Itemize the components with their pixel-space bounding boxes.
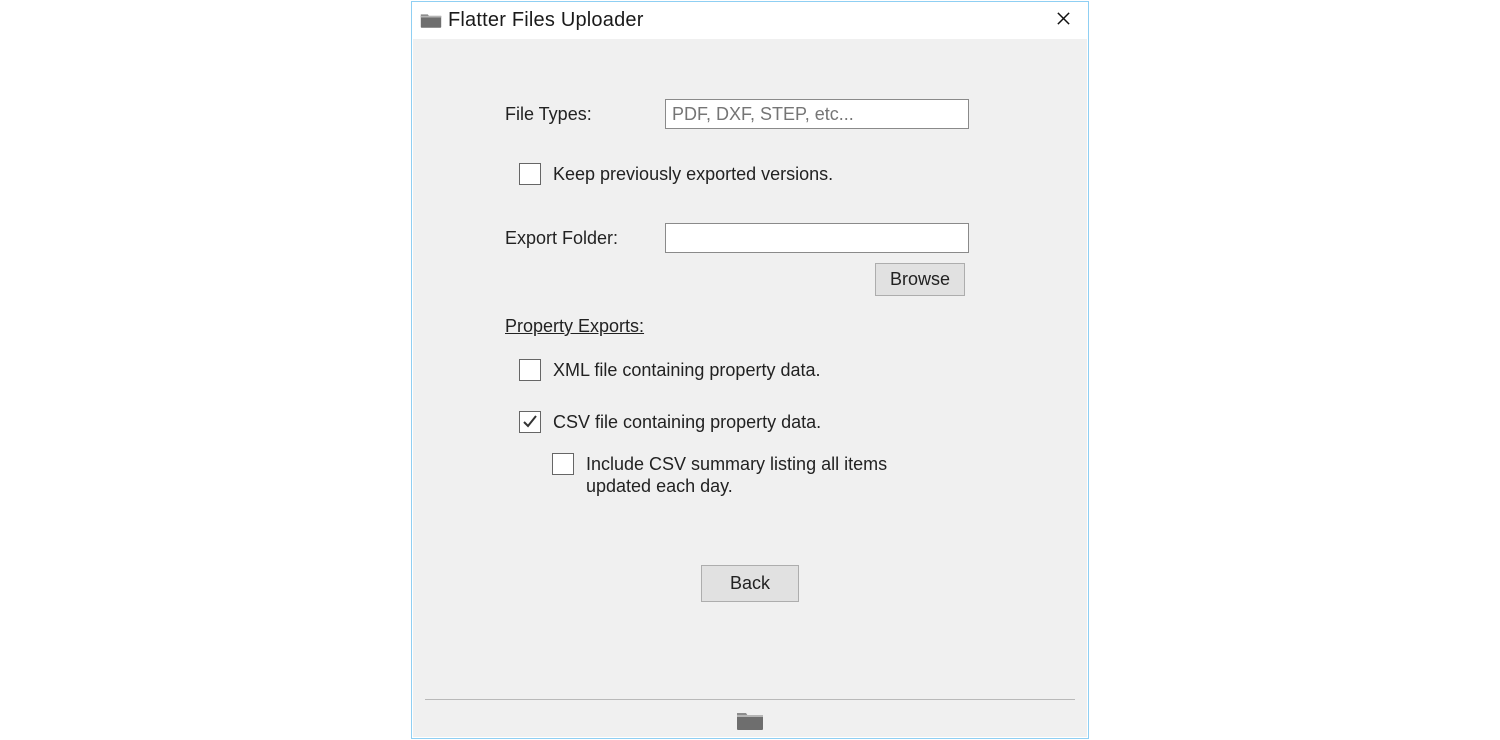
export-folder-label: Export Folder: (505, 228, 665, 249)
titlebar: Flatter Files Uploader (412, 2, 1088, 38)
csv-property-checkbox[interactable] (519, 411, 541, 433)
browse-button[interactable]: Browse (875, 263, 965, 296)
footer-folder-icon[interactable] (736, 710, 764, 730)
keep-previous-checkbox[interactable] (519, 163, 541, 185)
csv-summary-checkbox[interactable] (552, 453, 574, 475)
csv-property-label: CSV file containing property data. (553, 411, 821, 433)
close-icon (1056, 10, 1071, 31)
keep-previous-label: Keep previously exported versions. (553, 163, 833, 185)
window-title: Flatter Files Uploader (448, 9, 644, 32)
client-area: File Types: Keep previously exported ver… (413, 39, 1087, 737)
app-window: Flatter Files Uploader File Types: Keep … (411, 1, 1089, 739)
close-button[interactable] (1044, 5, 1082, 35)
export-folder-input[interactable] (665, 223, 969, 253)
xml-property-checkbox[interactable] (519, 359, 541, 381)
property-exports-header: Property Exports: (505, 316, 995, 337)
folder-icon (420, 12, 442, 28)
csv-summary-label: Include CSV summary listing all items up… (586, 453, 946, 497)
file-types-input[interactable] (665, 99, 969, 129)
footer (425, 699, 1075, 735)
back-button[interactable]: Back (701, 565, 799, 602)
xml-property-label: XML file containing property data. (553, 359, 821, 381)
file-types-label: File Types: (505, 104, 665, 125)
footer-divider (425, 699, 1075, 700)
